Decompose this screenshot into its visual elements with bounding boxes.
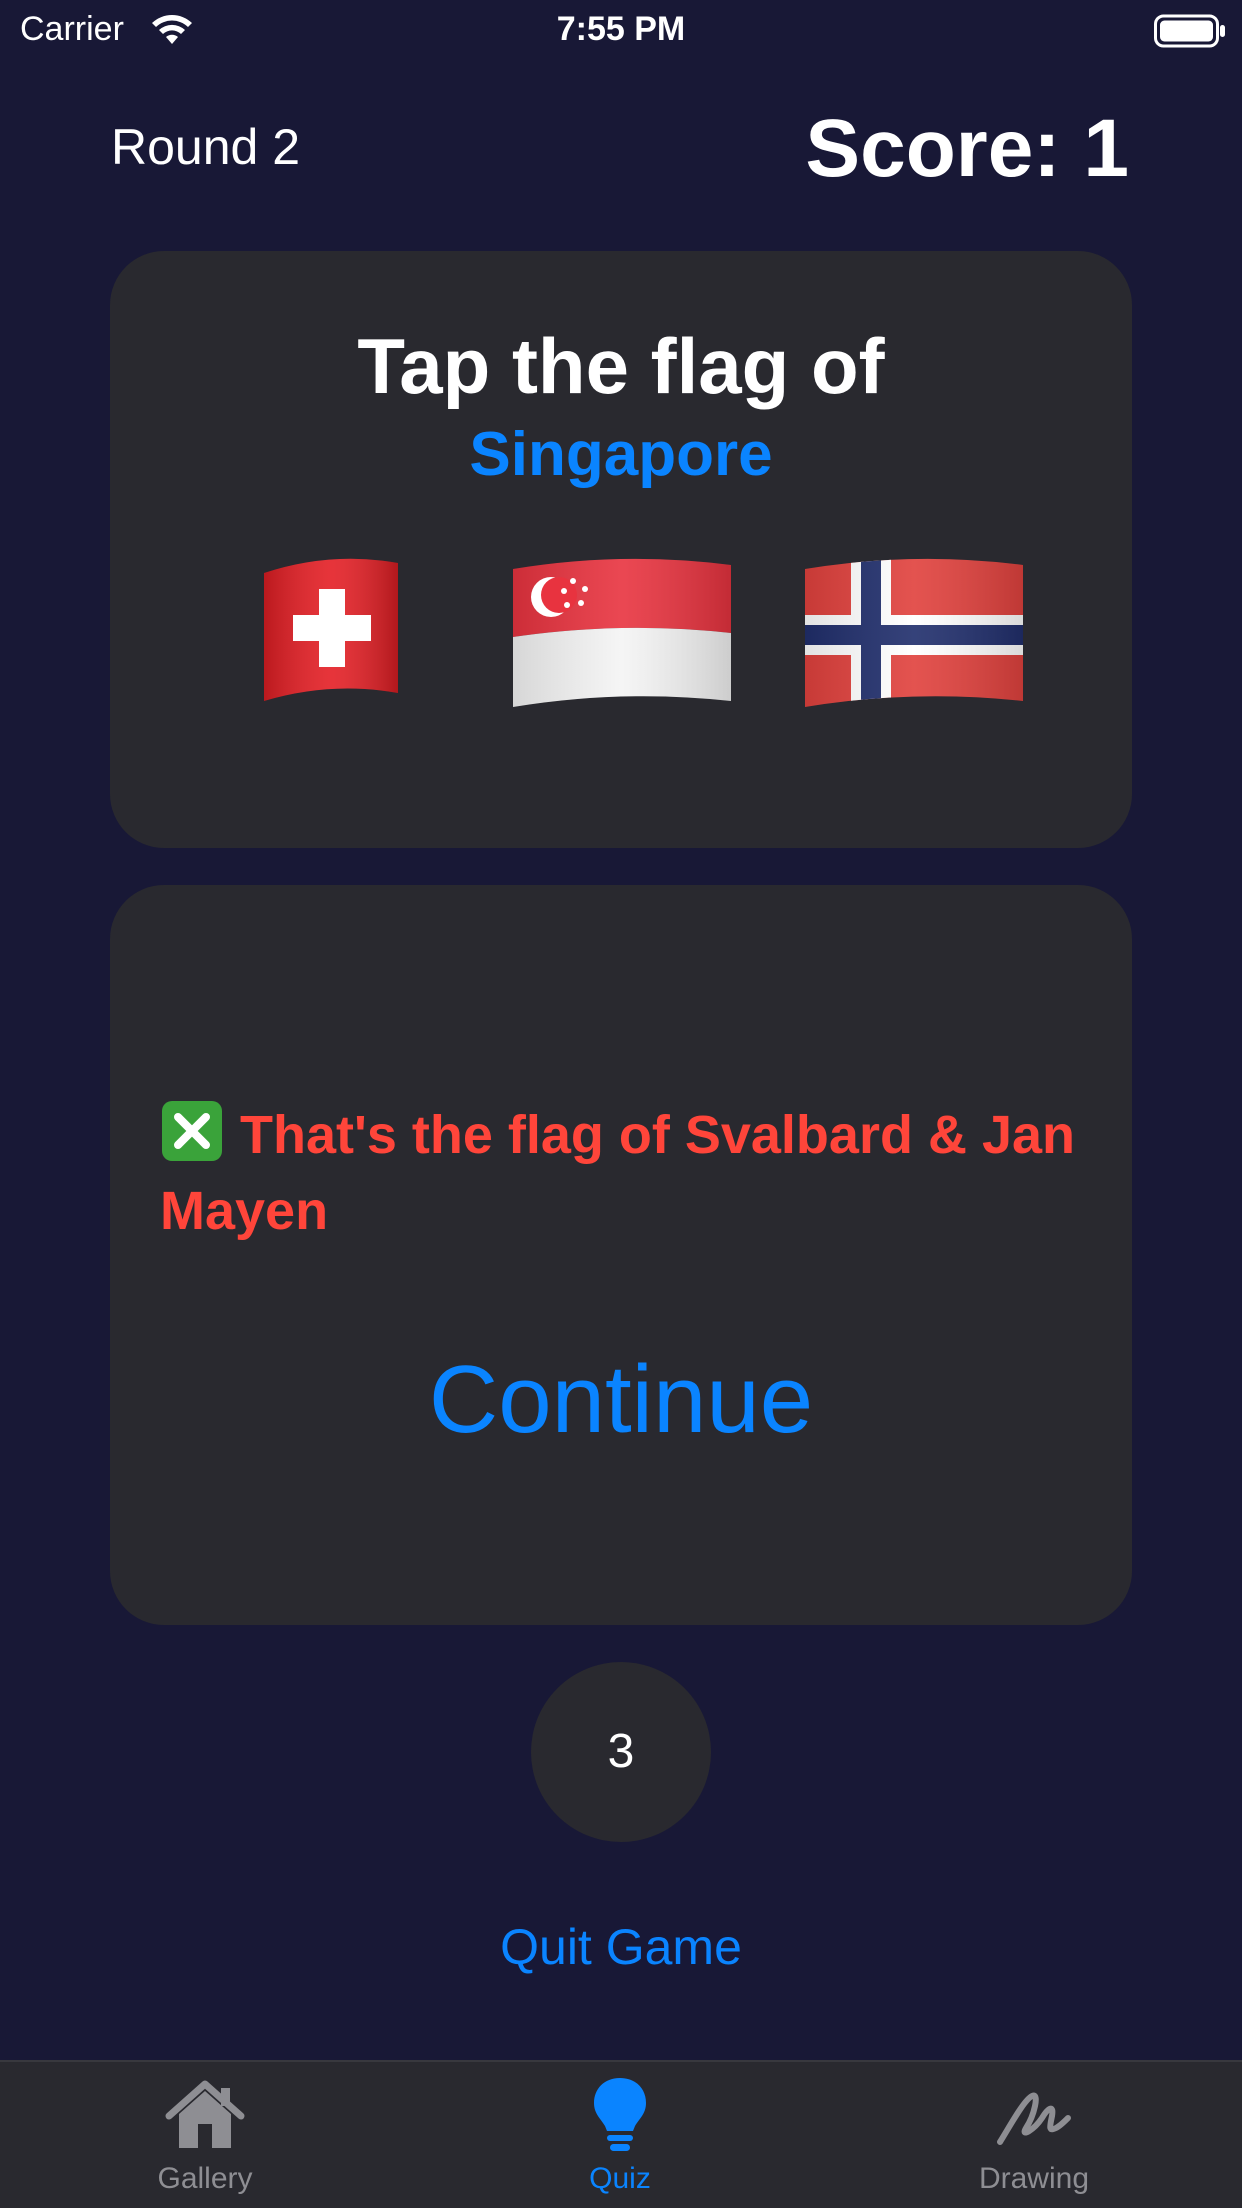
prompt-country: Singapore — [469, 420, 773, 489]
flag-option-singapore[interactable] — [507, 551, 737, 711]
countdown-badge: 3 — [531, 1662, 711, 1842]
scribble-icon — [997, 2092, 1071, 2145]
tab-quiz-label: Quiz — [589, 2162, 651, 2195]
tab-gallery[interactable]: Gallery — [55, 2062, 355, 2208]
singapore-flag-icon — [513, 558, 731, 707]
battery-icon — [1154, 14, 1225, 48]
norway-flag-icon — [805, 558, 1023, 707]
status-bar: Carrier 7:55 PM — [0, 0, 1242, 62]
score-label: Score: 1 — [805, 103, 1129, 194]
tab-drawing-label: Drawing — [978, 2162, 1090, 2195]
house-icon — [165, 2080, 245, 2148]
x-mark-icon — [162, 1101, 222, 1161]
tab-quiz[interactable]: Quiz — [470, 2062, 770, 2208]
feedback-text: That's the flag of Svalbard & Jan Mayen — [160, 1105, 1075, 1241]
flag-option-norway[interactable] — [799, 551, 1029, 711]
quit-game-button[interactable]: Quit Game — [0, 1918, 1242, 1976]
switzerland-flag-icon — [264, 558, 398, 701]
lightbulb-icon — [594, 2078, 646, 2151]
round-label: Round 2 — [111, 119, 301, 175]
prompt-title: Tap the flag of — [357, 322, 885, 410]
tab-gallery-label: Gallery — [157, 2162, 253, 2195]
continue-button[interactable]: Continue — [110, 1345, 1132, 1455]
feedback-message: That's the flag of Svalbard & Jan Mayen — [160, 1097, 1100, 1249]
flag-option-switzerland[interactable] — [256, 551, 406, 711]
answer-card: That's the flag of Svalbard & Jan Mayen … — [110, 885, 1132, 1625]
clock: 7:55 PM — [556, 10, 686, 48]
quiz-screen: Carrier 7:55 PM Round 2 Score: 1 Tap the… — [0, 0, 1242, 2208]
tab-drawing[interactable]: Drawing — [884, 2062, 1184, 2208]
question-card: Tap the flag of Singapore — [110, 251, 1132, 848]
tab-bar: Gallery Quiz Drawing — [0, 2060, 1242, 2208]
